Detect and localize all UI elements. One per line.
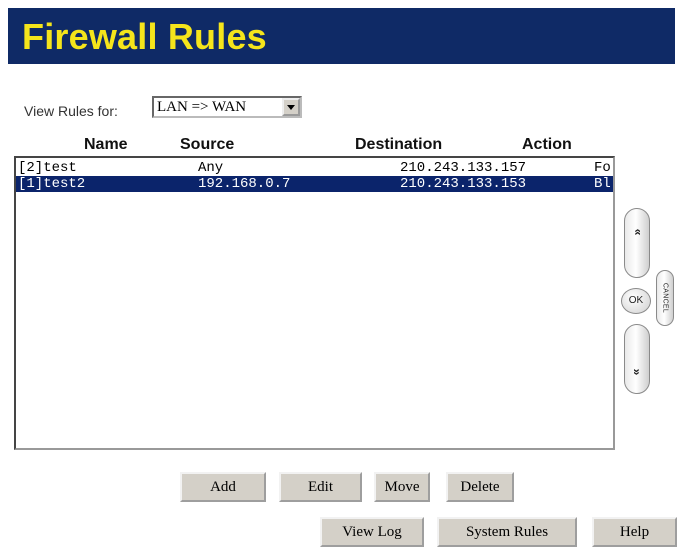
column-header-destination: Destination bbox=[355, 136, 443, 153]
chevron-down-icon: » bbox=[630, 368, 644, 376]
rule-row[interactable]: [2]test Any 210.243.133.157 Fo bbox=[16, 160, 613, 176]
rule-action: Fo bbox=[594, 160, 611, 176]
scroll-down-button[interactable]: » bbox=[624, 324, 650, 394]
column-header-source: Source bbox=[180, 136, 235, 153]
view-log-button[interactable]: View Log bbox=[320, 517, 424, 547]
ok-button[interactable]: OK bbox=[621, 288, 651, 314]
view-rules-select-value: LAN => WAN bbox=[157, 99, 247, 115]
page-title: Firewall Rules bbox=[22, 16, 267, 57]
help-button[interactable]: Help bbox=[592, 517, 677, 547]
header-banner: Firewall Rules bbox=[8, 8, 675, 64]
rule-action: Bl bbox=[594, 176, 611, 192]
rule-name: [1]test2 bbox=[18, 176, 86, 192]
rule-destination: 210.243.133.153 bbox=[400, 176, 527, 192]
rule-source: Any bbox=[198, 160, 224, 176]
rules-list[interactable]: [2]test Any 210.243.133.157 Fo [1]test2 … bbox=[14, 156, 615, 450]
view-rules-select[interactable]: LAN => WAN bbox=[152, 96, 302, 118]
add-button[interactable]: Add bbox=[180, 472, 266, 502]
cancel-label: CANCEL bbox=[661, 282, 669, 314]
rule-source: 192.168.0.7 bbox=[198, 176, 291, 192]
scroll-up-button[interactable]: » bbox=[624, 208, 650, 278]
delete-button[interactable]: Delete bbox=[446, 472, 514, 502]
rule-name: [2]test bbox=[18, 160, 77, 176]
rule-destination: 210.243.133.157 bbox=[400, 160, 527, 176]
system-rules-button[interactable]: System Rules bbox=[437, 517, 577, 547]
rule-row-selected[interactable]: [1]test2 192.168.0.7 210.243.133.153 Bl bbox=[16, 176, 613, 192]
cancel-button[interactable]: CANCEL bbox=[656, 270, 674, 326]
move-button[interactable]: Move bbox=[374, 472, 430, 502]
edit-button[interactable]: Edit bbox=[279, 472, 362, 502]
chevron-up-icon: » bbox=[630, 228, 644, 236]
column-header-name: Name bbox=[84, 136, 128, 153]
view-rules-label: View Rules for: bbox=[24, 103, 118, 119]
dropdown-arrow-icon[interactable] bbox=[282, 98, 300, 116]
column-header-action: Action bbox=[522, 136, 572, 153]
